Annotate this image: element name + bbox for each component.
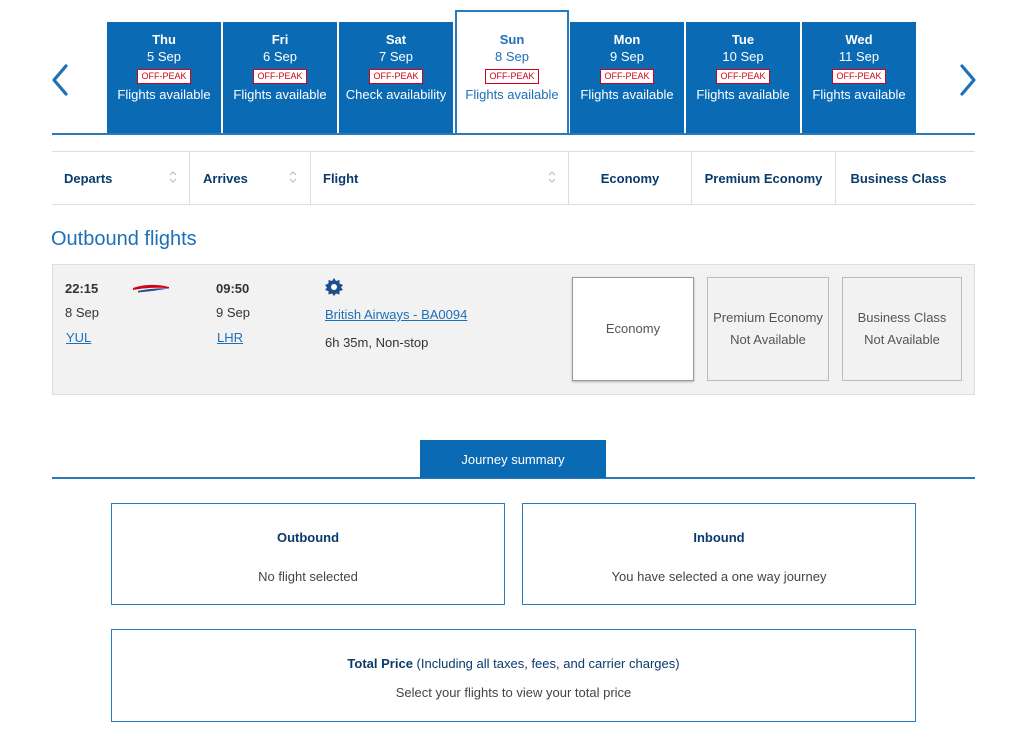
day-date: 6 Sep <box>263 49 297 64</box>
availability-status: Flights available <box>233 87 327 102</box>
results-column-header: Departs Arrives Flight Economy Premium E… <box>52 151 975 205</box>
day-date: 7 Sep <box>379 49 413 64</box>
off-peak-badge: OFF-PEAK <box>600 69 654 84</box>
economy-label: Economy <box>605 321 661 336</box>
availability-status: Flights available <box>812 87 906 102</box>
day-date: 5 Sep <box>147 49 181 64</box>
off-peak-badge: OFF-PEAK <box>485 69 539 84</box>
day-name: Tue <box>731 32 755 47</box>
column-flight[interactable]: Flight <box>323 152 358 204</box>
date-tab-fri[interactable]: Fri 6 Sep OFF-PEAK Flights available <box>223 22 337 134</box>
availability-status: Flights available <box>465 87 559 102</box>
column-premium-economy: Premium Economy <box>704 170 823 186</box>
day-name: Wed <box>845 32 873 47</box>
total-price-heading: Total Price (Including all taxes, fees, … <box>112 656 915 671</box>
sort-icon[interactable] <box>548 170 556 184</box>
date-tab-sun-selected[interactable]: Sun 8 Sep OFF-PEAK Flights available <box>455 10 569 135</box>
section-title: Outbound flights <box>51 228 197 250</box>
economy-fare-button[interactable]: Economy <box>572 277 694 381</box>
date-carousel: Thu 5 Sep OFF-PEAK Flights available Fri… <box>0 0 1024 136</box>
total-price-title: Total Price <box>347 656 413 671</box>
day-name: Mon <box>613 32 641 47</box>
depart-time: 22:15 <box>65 281 99 296</box>
depart-date: 8 Sep <box>65 305 99 320</box>
gear-badge-icon <box>325 278 343 296</box>
off-peak-badge: OFF-PEAK <box>716 69 770 84</box>
business-class-label: Business Class <box>857 310 947 325</box>
inbound-summary-panel: Inbound You have selected a one way jour… <box>522 503 916 605</box>
inbound-status: You have selected a one way journey <box>611 569 827 584</box>
arrive-date: 9 Sep <box>216 305 250 320</box>
day-date: 11 Sep <box>838 49 880 64</box>
day-date: 9 Sep <box>610 49 644 64</box>
date-tab-wed[interactable]: Wed 11 Sep OFF-PEAK Flights available <box>802 22 916 134</box>
premium-economy-status: Not Available <box>730 332 806 347</box>
day-name: Sun <box>499 32 525 47</box>
sort-icon[interactable] <box>289 170 297 184</box>
depart-airport-link[interactable]: YUL <box>66 330 91 345</box>
day-date: 10 Sep <box>722 49 764 64</box>
column-departs[interactable]: Departs <box>64 152 112 204</box>
outbound-summary-panel: Outbound No flight selected <box>111 503 505 605</box>
day-name: Fri <box>271 32 289 47</box>
british-airways-logo <box>132 281 170 293</box>
day-date: 8 Sep <box>495 49 529 64</box>
carousel-baseline <box>52 133 975 135</box>
outbound-status: No flight selected <box>258 569 358 584</box>
date-tab-sat[interactable]: Sat 7 Sep OFF-PEAK Check availability <box>339 22 453 134</box>
chevron-left-icon[interactable] <box>48 62 72 98</box>
date-tab-thu[interactable]: Thu 5 Sep OFF-PEAK Flights available <box>107 22 221 134</box>
date-tab-mon[interactable]: Mon 9 Sep OFF-PEAK Flights available <box>570 22 684 134</box>
flight-duration: 6h 35m, Non-stop <box>325 335 429 350</box>
premium-economy-label: Premium Economy <box>713 310 823 325</box>
column-divider <box>310 152 311 204</box>
column-business-class: Business Class <box>850 170 947 186</box>
column-arrives[interactable]: Arrives <box>203 152 248 204</box>
total-price-panel: Total Price (Including all taxes, fees, … <box>111 629 916 722</box>
inbound-title: Inbound <box>693 530 745 545</box>
journey-summary-tab[interactable]: Journey summary <box>420 440 606 478</box>
arrive-airport-link[interactable]: LHR <box>217 330 243 345</box>
off-peak-badge: OFF-PEAK <box>137 69 191 84</box>
arrive-time: 09:50 <box>216 281 250 296</box>
availability-status: Check availability <box>345 87 447 102</box>
column-economy: Economy <box>600 170 660 186</box>
column-divider <box>189 152 190 204</box>
outbound-title: Outbound <box>276 530 340 545</box>
day-name: Sat <box>385 32 407 47</box>
total-price-message: Select your flights to view your total p… <box>395 685 632 700</box>
business-class-fare: Business Class Not Available <box>842 277 962 381</box>
total-price-note: (Including all taxes, fees, and carrier … <box>412 656 680 671</box>
premium-economy-fare: Premium Economy Not Available <box>707 277 829 381</box>
date-tab-tue[interactable]: Tue 10 Sep OFF-PEAK Flights available <box>686 22 800 134</box>
chevron-right-icon[interactable] <box>956 62 980 98</box>
flight-details-link[interactable]: British Airways - BA0094 <box>325 307 467 322</box>
sort-icon[interactable] <box>169 170 177 184</box>
off-peak-badge: OFF-PEAK <box>369 69 423 84</box>
flight-row: 22:15 8 Sep YUL 09:50 9 Sep LHR British … <box>52 264 975 395</box>
availability-status: Flights available <box>117 87 211 102</box>
day-name: Thu <box>152 32 176 47</box>
availability-status: Flights available <box>580 87 674 102</box>
off-peak-badge: OFF-PEAK <box>253 69 307 84</box>
availability-status: Flights available <box>696 87 790 102</box>
off-peak-badge: OFF-PEAK <box>832 69 886 84</box>
business-class-status: Not Available <box>864 332 940 347</box>
